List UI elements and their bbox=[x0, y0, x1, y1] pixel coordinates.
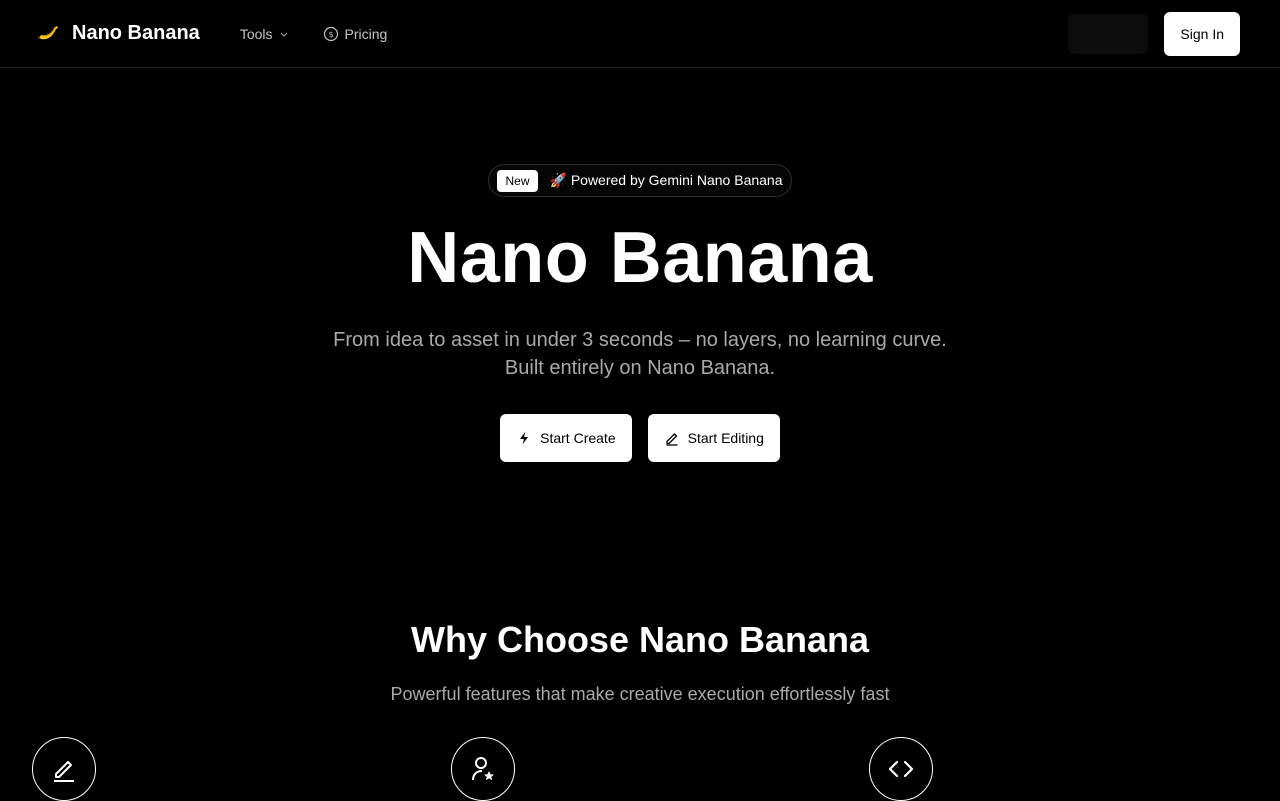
nav-pricing-link[interactable]: $ Pricing bbox=[323, 25, 388, 42]
badge-text: 🚀 Powered by Gemini Nano Banana bbox=[549, 172, 783, 188]
lightning-icon bbox=[520, 431, 529, 445]
pencil-line-icon bbox=[32, 737, 96, 801]
placeholder-button[interactable] bbox=[1068, 13, 1149, 54]
why-section: Why Choose Nano Banana Powerful features… bbox=[0, 620, 1280, 705]
pencil-icon bbox=[665, 433, 678, 446]
why-title: Why Choose Nano Banana bbox=[410, 619, 870, 660]
hero-section: New 🚀 Powered by Gemini Nano Banana Nano… bbox=[0, 164, 1280, 463]
start-create-button[interactable]: Start Create bbox=[500, 414, 632, 463]
brand-name: Nano Banana bbox=[72, 22, 200, 44]
banana-logo-icon bbox=[36, 22, 60, 46]
start-editing-button[interactable]: Start Editing bbox=[647, 414, 780, 463]
cta-row: Start Create Start Editing bbox=[0, 414, 1280, 463]
code-icon bbox=[869, 737, 933, 801]
svg-text:$: $ bbox=[328, 30, 333, 39]
hero-title: Nano Banana bbox=[407, 218, 873, 298]
hero-subtitle-line2: Built entirely on Nano Banana. bbox=[504, 357, 776, 380]
start-create-label: Start Create bbox=[540, 430, 616, 447]
hero-subtitle-line1: From idea to asset in under 3 seconds – … bbox=[333, 329, 947, 352]
why-subtitle: Powerful features that make creative exe… bbox=[390, 684, 890, 704]
sign-in-button[interactable]: Sign In bbox=[1164, 11, 1240, 56]
chevron-down-icon bbox=[280, 32, 287, 37]
nav-actions: Sign In bbox=[1068, 11, 1240, 56]
announcement-badge[interactable]: New 🚀 Powered by Gemini Nano Banana bbox=[488, 164, 792, 197]
dollar-circle-icon: $ bbox=[323, 26, 338, 41]
top-navbar: Nano Banana Tools $ Pricing Sign In bbox=[0, 0, 1280, 68]
nav-tools-label: Tools bbox=[239, 25, 273, 42]
new-tag: New bbox=[497, 169, 538, 192]
start-editing-label: Start Editing bbox=[687, 430, 764, 447]
hero-subtitle: From idea to asset in under 3 seconds – … bbox=[0, 326, 1280, 382]
nav-pricing-label: Pricing bbox=[344, 25, 388, 42]
brand[interactable]: Nano Banana bbox=[36, 22, 200, 46]
main-nav: Tools $ Pricing bbox=[240, 26, 387, 42]
user-star-icon bbox=[451, 737, 515, 801]
nav-tools-menu[interactable]: Tools bbox=[240, 26, 289, 42]
